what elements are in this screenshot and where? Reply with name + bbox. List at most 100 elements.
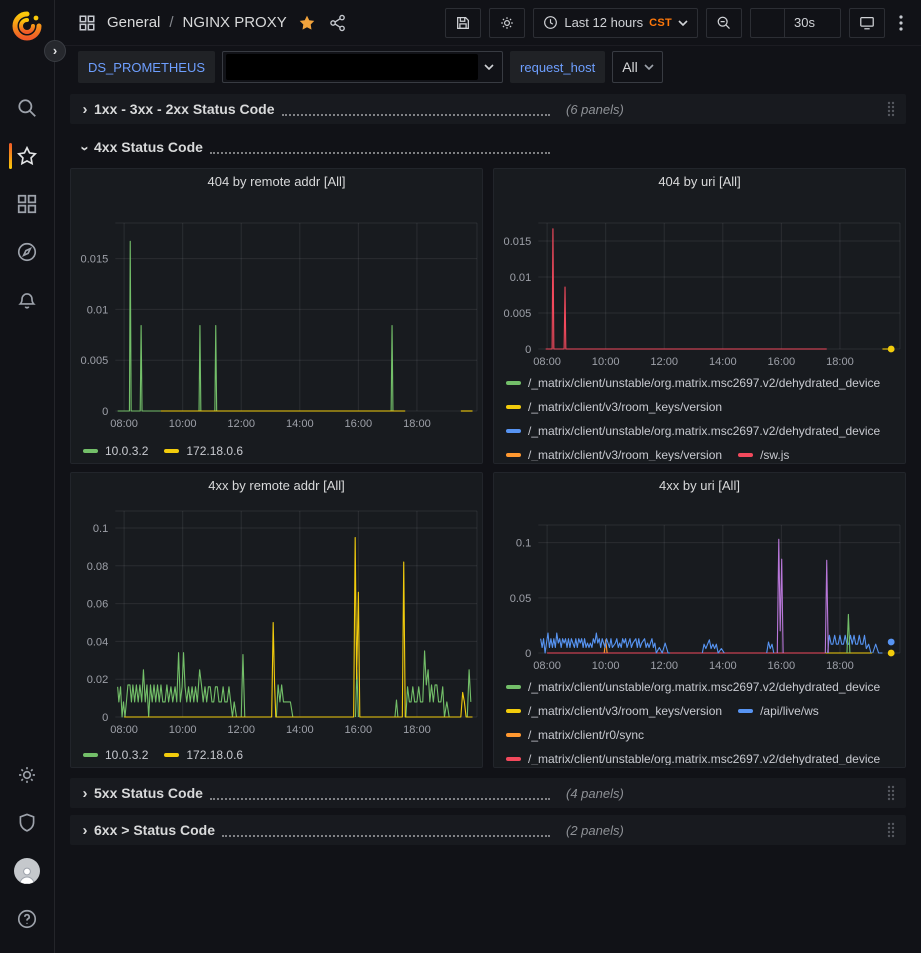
legend-item[interactable]: 172.18.0.6 [164, 743, 243, 767]
gear-icon [499, 15, 515, 31]
legend-item[interactable]: /_matrix/client/v3/room_keys/version [506, 443, 722, 461]
svg-text:16:00: 16:00 [345, 418, 373, 430]
chevron-right-icon: › [53, 44, 57, 57]
svg-text:0.06: 0.06 [87, 599, 109, 611]
variable-label-ds-prometheus[interactable]: DS_PROMETHEUS [78, 51, 215, 83]
variables-bar: DS_PROMETHEUS request_host All [56, 46, 921, 88]
variable-value-request-host[interactable]: All [612, 51, 663, 83]
svg-text:08:00: 08:00 [110, 724, 138, 736]
zoom-out-icon [716, 15, 732, 31]
legend-item[interactable]: 172.18.0.6 [164, 439, 243, 463]
share-icon[interactable] [327, 12, 349, 34]
legend-item[interactable]: /api/live/ws [738, 699, 819, 723]
refresh-icon [760, 15, 775, 30]
legend-item[interactable]: /_matrix/client/unstable/org.matrix.msc2… [506, 675, 880, 699]
row-drag-handle[interactable] [884, 820, 898, 843]
time-series-chart[interactable]: 08:0010:0012:0014:0016:0018:0000.020.040… [71, 499, 482, 737]
breadcrumb-section[interactable]: General [107, 14, 160, 31]
svg-text:0: 0 [525, 344, 531, 356]
legend-label: /_matrix/client/unstable/org.matrix.msc2… [528, 680, 880, 694]
user-avatar[interactable] [7, 851, 47, 891]
time-range-picker[interactable]: Last 12 hours CST [533, 8, 698, 38]
svg-text:0.08: 0.08 [87, 561, 109, 573]
row-toggle-6xx[interactable]: › 6xx > Status Code [76, 822, 554, 839]
row-toggle-5xx[interactable]: › 5xx Status Code [76, 785, 554, 802]
svg-text:08:00: 08:00 [533, 660, 561, 669]
refresh-button[interactable] [751, 9, 784, 37]
sidebar-item-dashboards[interactable] [7, 184, 47, 224]
svg-text:0.04: 0.04 [87, 636, 109, 648]
legend-item[interactable]: /_matrix/client/unstable/org.matrix.msc2… [506, 747, 880, 765]
more-options-button[interactable] [893, 11, 909, 35]
legend-item[interactable]: 10.0.3.2 [83, 439, 148, 463]
save-icon [455, 15, 471, 31]
favorite-star-icon[interactable] [296, 12, 318, 34]
legend-swatch-icon [506, 709, 521, 713]
legend-swatch-icon [506, 733, 521, 737]
dashboard-settings-button[interactable] [489, 8, 525, 38]
row-title: 1xx - 3xx - 2xx Status Code [94, 101, 275, 117]
svg-text:14:00: 14:00 [709, 356, 737, 365]
variable-label-request-host[interactable]: request_host [510, 51, 605, 83]
time-series-chart[interactable]: 08:0010:0012:0014:0016:0018:0000.0050.01… [494, 195, 905, 365]
legend-item[interactable]: /_matrix/client/unstable/org.matrix.msc2… [506, 419, 880, 443]
row-drag-handle[interactable] [884, 783, 898, 806]
row-6xx: › 6xx > Status Code (2 panels) [70, 815, 906, 845]
svg-text:14:00: 14:00 [286, 418, 314, 430]
sidebar-item-configuration[interactable] [7, 755, 47, 795]
sidebar-expand-button[interactable]: › [44, 40, 66, 62]
legend-item[interactable]: /_matrix/client/v3/room_keys/version [506, 395, 722, 419]
sidebar-item-alerting[interactable] [7, 280, 47, 320]
dashboards-grid-icon[interactable] [76, 12, 98, 34]
dashboard-title: NGINX PROXY [183, 14, 287, 31]
sidebar-item-server-admin[interactable] [7, 803, 47, 843]
legend-swatch-icon [506, 757, 521, 761]
row-5xx: › 5xx Status Code (4 panels) [70, 778, 906, 808]
legend-item[interactable]: /_matrix/client/unstable/org.matrix.msc2… [506, 371, 880, 395]
kebab-icon [899, 15, 903, 31]
row-panel-count: (6 panels) [566, 102, 624, 117]
panel-title[interactable]: 4xx by remote addr [All] [71, 473, 482, 499]
panel-title[interactable]: 4xx by uri [All] [494, 473, 905, 499]
legend-label: /_matrix/client/unstable/org.matrix.msc2… [528, 376, 880, 390]
time-range-label: Last 12 hours [564, 15, 643, 30]
panel-title[interactable]: 404 by remote addr [All] [71, 169, 482, 195]
sidebar-item-explore[interactable] [7, 232, 47, 272]
time-series-chart[interactable]: 08:0010:0012:0014:0016:0018:0000.050.1 [494, 499, 905, 669]
time-series-chart[interactable]: 08:0010:0012:0014:0016:0018:0000.0050.01… [71, 195, 482, 433]
tv-mode-button[interactable] [849, 8, 885, 38]
panel-legend: 10.0.3.2 172.18.0.6 [71, 433, 482, 464]
legend-label: /sw.js [760, 448, 789, 461]
legend-item[interactable]: /_matrix/client/v3/room_keys/version [506, 699, 722, 723]
sidebar-item-starred[interactable] [7, 136, 47, 176]
legend-label: /_matrix/client/v3/room_keys/version [528, 448, 722, 461]
row-toggle-1xx[interactable]: › 1xx - 3xx - 2xx Status Code [76, 101, 554, 118]
variable-value-ds-prometheus[interactable] [222, 51, 503, 83]
toolbar-actions: Last 12 hours CST 30s [445, 8, 909, 38]
panel-legend: /_matrix/client/unstable/org.matrix.msc2… [494, 365, 905, 461]
refresh-interval-picker[interactable]: 30s [784, 9, 840, 37]
search-icon[interactable] [7, 88, 47, 128]
active-indicator [9, 143, 12, 169]
legend-swatch-icon [164, 753, 179, 757]
legend-item[interactable]: /_matrix/client/r0/sync [506, 723, 644, 747]
chevron-down-icon [484, 64, 494, 70]
chevron-down-icon [644, 64, 654, 70]
grafana-logo[interactable] [10, 10, 44, 44]
legend-swatch-icon [738, 709, 753, 713]
row-title: 6xx > Status Code [94, 822, 215, 838]
help-icon[interactable] [7, 899, 47, 939]
row-panel-count: (2 panels) [566, 823, 624, 838]
panel-title[interactable]: 404 by uri [All] [494, 169, 905, 195]
zoom-out-time-button[interactable] [706, 8, 742, 38]
row-drag-handle[interactable] [884, 99, 898, 122]
legend-label: 172.18.0.6 [186, 444, 243, 458]
svg-text:12:00: 12:00 [650, 356, 678, 365]
svg-text:18:00: 18:00 [826, 356, 854, 365]
save-dashboard-button[interactable] [445, 8, 481, 38]
row-toggle-4xx[interactable]: › 4xx Status Code [76, 139, 554, 156]
legend-item[interactable]: /sw.js [738, 443, 789, 461]
svg-text:0.015: 0.015 [81, 254, 109, 266]
svg-text:12:00: 12:00 [650, 660, 678, 669]
legend-item[interactable]: 10.0.3.2 [83, 743, 148, 767]
